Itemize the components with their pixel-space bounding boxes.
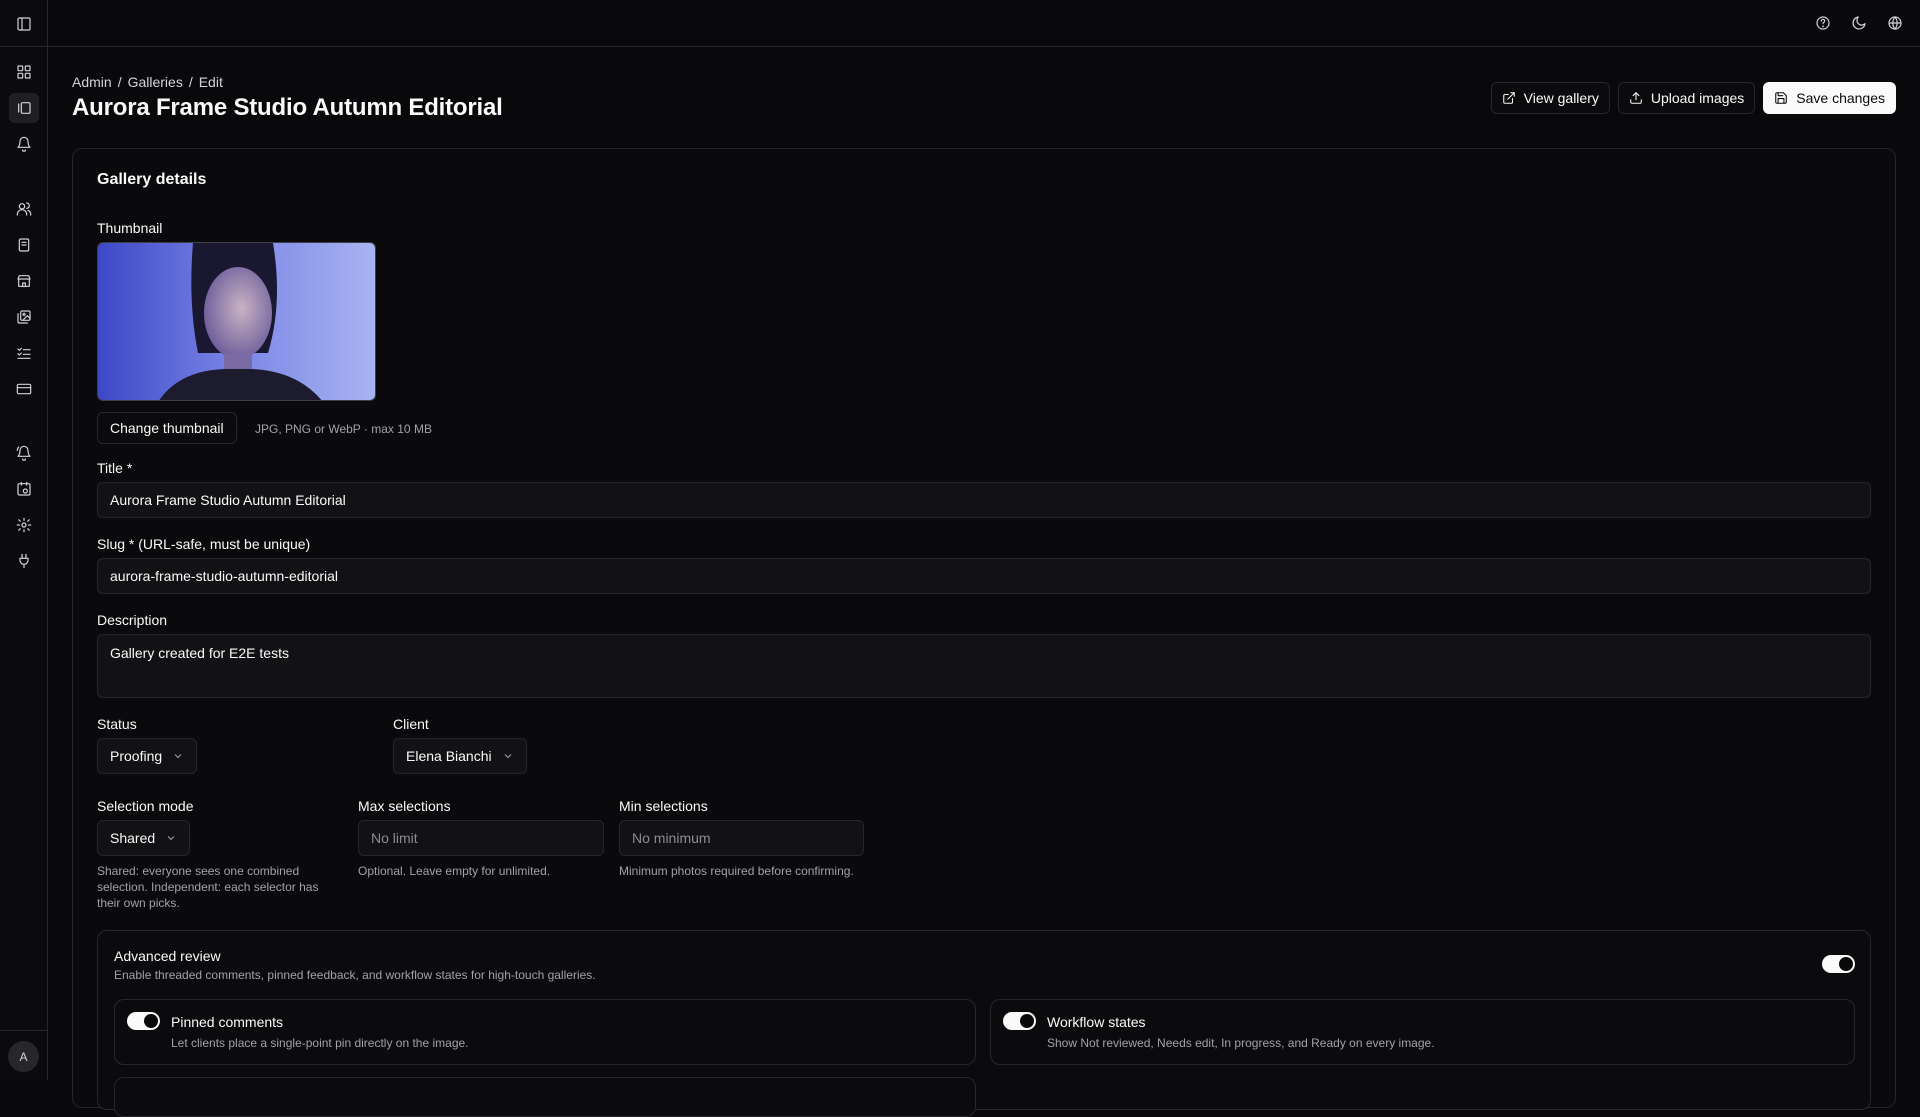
status-value: Proofing bbox=[110, 748, 163, 764]
sidebar-item-store[interactable] bbox=[9, 266, 39, 296]
sidebar-header bbox=[0, 0, 47, 47]
avatar[interactable]: A bbox=[8, 1041, 39, 1072]
sidebar-item-photos[interactable] bbox=[9, 302, 39, 332]
dashboard-icon bbox=[17, 65, 31, 79]
sidebar-item-clients[interactable] bbox=[9, 194, 39, 224]
view-gallery-label: View gallery bbox=[1523, 90, 1599, 106]
client-label: Client bbox=[393, 716, 429, 732]
upload-images-label: Upload images bbox=[1650, 90, 1745, 106]
pinned-comments-card: Pinned comments Let clients place a sing… bbox=[114, 999, 976, 1065]
advanced-review-panel: Advanced review Enable threaded comments… bbox=[97, 930, 1871, 1117]
help-icon[interactable] bbox=[1812, 12, 1834, 34]
selection-mode-value: Shared bbox=[110, 830, 156, 846]
sidebar-item-tasks[interactable] bbox=[9, 338, 39, 368]
workflow-states-card: Workflow states Show Not reviewed, Needs… bbox=[990, 999, 1855, 1065]
breadcrumb-separator: / bbox=[117, 74, 122, 90]
client-select[interactable]: Elena Bianchi bbox=[393, 738, 527, 774]
breadcrumb-galleries[interactable]: Galleries bbox=[128, 74, 183, 90]
sidebar-item-alerts[interactable] bbox=[9, 438, 39, 468]
selection-mode-hint: Shared: everyone sees one combined selec… bbox=[97, 864, 319, 910]
credit-card-icon bbox=[16, 383, 32, 395]
client-value: Elena Bianchi bbox=[406, 748, 492, 764]
sidebar-toggle-icon[interactable] bbox=[9, 9, 39, 39]
change-thumbnail-button[interactable]: Change thumbnail bbox=[97, 412, 237, 444]
title-input[interactable]: Aurora Frame Studio Autumn Editorial bbox=[97, 482, 1871, 518]
save-changes-label: Save changes bbox=[1796, 90, 1885, 106]
advanced-review-toggle[interactable] bbox=[1822, 955, 1855, 973]
change-thumbnail-label: Change thumbnail bbox=[110, 420, 224, 436]
sidebar-divider bbox=[0, 1030, 48, 1031]
thumbnail-image bbox=[97, 242, 376, 401]
workflow-states-toggle[interactable] bbox=[1003, 1012, 1036, 1030]
chevron-down-icon bbox=[504, 754, 511, 759]
slug-label: Slug * (URL-safe, must be unique) bbox=[97, 536, 311, 552]
sidebar-item-settings[interactable] bbox=[9, 510, 39, 540]
sidebar-item-invoices[interactable] bbox=[9, 230, 39, 260]
save-changes-button[interactable]: Save changes bbox=[1763, 82, 1896, 114]
advanced-review-description: Enable threaded comments, pinned feedbac… bbox=[114, 968, 596, 982]
status-select[interactable]: Proofing bbox=[97, 738, 198, 774]
topbar bbox=[48, 0, 1920, 47]
bell-icon bbox=[17, 136, 31, 152]
sidebar-item-galleries[interactable] bbox=[9, 93, 39, 123]
workflow-states-title: Workflow states bbox=[1047, 1014, 1146, 1030]
description-textarea[interactable]: Gallery created for E2E tests bbox=[97, 634, 1871, 698]
photos-icon bbox=[17, 310, 31, 324]
save-icon bbox=[1775, 92, 1788, 104]
title-label: Title * bbox=[97, 460, 133, 476]
header-actions: View gallery Upload images Save changes bbox=[1490, 82, 1896, 114]
description-label: Description bbox=[97, 612, 168, 628]
breadcrumb-separator: / bbox=[188, 74, 193, 90]
moon-icon[interactable] bbox=[1848, 12, 1870, 34]
gallery-details-card: Gallery details Thumbnail Change thumbna… bbox=[72, 148, 1896, 1117]
sidebar-item-payments[interactable] bbox=[9, 374, 39, 404]
min-selections-hint: Minimum photos required before confirmin… bbox=[619, 864, 854, 878]
max-selections-input[interactable]: No limit bbox=[358, 820, 604, 856]
thumbnail-hint: JPG, PNG or WebP · max 10 MB bbox=[255, 422, 432, 436]
breadcrumb-edit: Edit bbox=[198, 74, 223, 90]
selection-mode-label: Selection mode bbox=[97, 798, 194, 814]
sidebar-item-calendar[interactable] bbox=[9, 474, 39, 504]
breadcrumb: Admin / Galleries / Edit bbox=[72, 74, 223, 90]
sidebar-item-dashboard[interactable] bbox=[9, 57, 39, 87]
status-label: Status bbox=[97, 716, 137, 732]
upload-images-button[interactable]: Upload images bbox=[1617, 82, 1756, 114]
slug-input[interactable]: aurora-frame-studio-autumn-editorial bbox=[97, 558, 1871, 594]
chevron-down-icon bbox=[167, 836, 175, 841]
pinned-comments-description: Let clients place a single-point pin dir… bbox=[171, 1036, 469, 1050]
sidebar: A bbox=[0, 0, 48, 1080]
galleries-icon bbox=[18, 102, 31, 114]
min-selections-label: Min selections bbox=[619, 798, 708, 814]
sidebar-item-notifications[interactable] bbox=[9, 129, 39, 159]
page-title: Aurora Frame Studio Autumn Editorial bbox=[72, 94, 503, 121]
globe-icon[interactable] bbox=[1884, 12, 1906, 34]
users-icon bbox=[16, 202, 32, 216]
upload-icon bbox=[1630, 92, 1642, 104]
advanced-review-title: Advanced review bbox=[114, 948, 221, 964]
min-selections-input[interactable]: No minimum bbox=[619, 820, 864, 856]
store-icon bbox=[17, 275, 31, 287]
plug-icon bbox=[19, 553, 29, 569]
calendar-clock-icon bbox=[17, 481, 31, 496]
card-title: Gallery details bbox=[97, 171, 207, 188]
book-icon bbox=[18, 238, 30, 252]
sidebar-item-integrations[interactable] bbox=[9, 546, 39, 576]
chevron-down-icon bbox=[174, 754, 182, 759]
checklist-icon bbox=[17, 347, 31, 359]
selection-mode-select[interactable]: Shared bbox=[97, 820, 191, 856]
max-selections-label: Max selections bbox=[358, 798, 451, 814]
max-selections-hint: Optional. Leave empty for unlimited. bbox=[358, 864, 551, 878]
view-gallery-button[interactable]: View gallery bbox=[1490, 82, 1610, 114]
workflow-states-description: Show Not reviewed, Needs edit, In progre… bbox=[1047, 1036, 1435, 1050]
next-option-card bbox=[114, 1077, 976, 1117]
breadcrumb-admin[interactable]: Admin bbox=[72, 74, 112, 90]
thumbnail-label: Thumbnail bbox=[97, 220, 163, 236]
pinned-comments-title: Pinned comments bbox=[171, 1014, 284, 1030]
external-link-icon bbox=[1502, 92, 1515, 104]
bell-ring-icon bbox=[16, 445, 31, 461]
pinned-comments-toggle[interactable] bbox=[127, 1012, 160, 1030]
gear-icon bbox=[16, 517, 32, 533]
